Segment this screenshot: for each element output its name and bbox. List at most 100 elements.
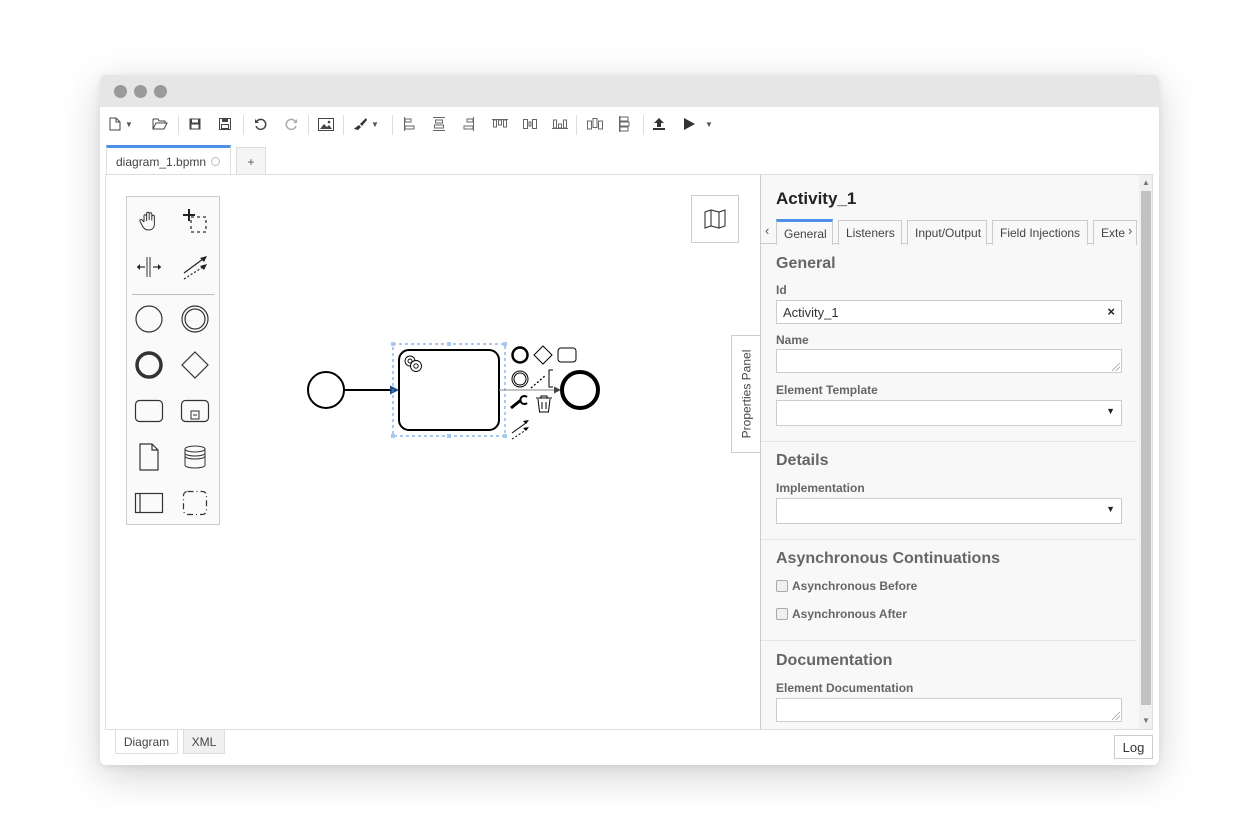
append-intermediate-event-icon[interactable] [511, 370, 529, 388]
properties-tabs: ‹ General Listeners Input/Output Field I… [761, 218, 1137, 245]
align-right-button[interactable] [463, 113, 475, 135]
toolbar: ▼ ▼ ▼ [100, 107, 1159, 141]
bpmn-diagram [307, 342, 600, 440]
tab-general[interactable]: General [776, 219, 833, 245]
append-text-annotation-icon[interactable] [530, 369, 553, 389]
async-after-checkbox[interactable] [776, 608, 788, 620]
align-top-icon [492, 119, 508, 129]
align-center-button[interactable] [433, 113, 445, 135]
name-textarea[interactable] [776, 349, 1122, 373]
align-left-icon [403, 117, 415, 131]
bottom-tabs: Diagram XML Log [100, 730, 1159, 765]
group-async-continuations: Asynchronous Continuations Asynchronous … [761, 540, 1137, 641]
implementation-select[interactable]: ▼ [776, 498, 1122, 524]
id-input-value: Activity_1 [783, 304, 839, 320]
app-window: ▼ ▼ ▼ diagram_1.bpmn + Properties Panel … [100, 75, 1159, 765]
tab-input-output[interactable]: Input/Output [907, 220, 987, 245]
group-details: Details Implementation ▼ [761, 442, 1137, 540]
undo-button[interactable] [254, 113, 268, 135]
name-label: Name [776, 333, 809, 347]
id-input[interactable]: Activity_1 × [776, 300, 1122, 324]
group-title: Asynchronous Continuations [776, 550, 1000, 567]
distribute-horizontal-button[interactable] [587, 113, 603, 135]
save-icon [189, 118, 201, 130]
scrollbar-thumb[interactable] [1141, 191, 1151, 705]
file-tab-diagram[interactable]: diagram_1.bpmn [106, 145, 231, 175]
connect-icon[interactable] [511, 420, 529, 440]
window-minimize-button[interactable] [134, 85, 147, 98]
new-file-button[interactable]: ▼ [109, 113, 133, 135]
redo-button[interactable] [284, 113, 298, 135]
append-gateway-icon[interactable] [533, 345, 553, 365]
resize-handle-icon[interactable] [1112, 712, 1120, 720]
element-template-select[interactable]: ▼ [776, 400, 1122, 426]
element-documentation-textarea[interactable] [776, 698, 1122, 722]
add-tab-button[interactable]: + [236, 147, 266, 175]
wrench-icon[interactable] [510, 395, 528, 410]
properties-panel-toggle[interactable]: Properties Panel [731, 335, 761, 453]
save-button[interactable] [189, 113, 201, 135]
folder-open-icon [152, 118, 168, 130]
group-title: General [776, 255, 836, 272]
distribute-vertical-button[interactable] [618, 113, 630, 135]
diagram-canvas[interactable]: Properties Panel [106, 175, 761, 729]
align-bottom-icon [552, 119, 568, 129]
play-icon [684, 118, 695, 130]
append-task-icon[interactable] [557, 347, 577, 363]
async-after-label: Asynchronous After [792, 607, 907, 621]
start-event[interactable] [307, 371, 345, 409]
toolbar-divider [576, 115, 577, 135]
group-general: General Id Activity_1 × Name Element Tem… [761, 245, 1137, 442]
tabs-scroll-right-icon[interactable]: › [1128, 223, 1132, 238]
element-documentation-label: Element Documentation [776, 681, 914, 695]
properties-scrollbar[interactable]: ▲ ▼ [1139, 175, 1152, 729]
editor-content: Properties Panel Activity_1 ‹ General Li… [105, 174, 1153, 730]
deploy-icon [652, 117, 666, 131]
align-middle-icon [522, 119, 538, 129]
chevron-down-icon: ▼ [371, 119, 379, 129]
trash-icon[interactable] [536, 395, 552, 413]
save-as-button[interactable] [219, 113, 231, 135]
tab-field-injections[interactable]: Field Injections [992, 220, 1088, 245]
window-maximize-button[interactable] [154, 85, 167, 98]
async-before-label: Asynchronous Before [792, 579, 918, 593]
align-top-button[interactable] [492, 113, 508, 135]
title-bar [100, 75, 1159, 107]
window-close-button[interactable] [114, 85, 127, 98]
scroll-down-icon[interactable]: ▼ [1142, 716, 1150, 725]
append-end-event-icon[interactable] [511, 346, 529, 364]
async-after-checkbox-row[interactable]: Asynchronous After [776, 607, 907, 621]
align-middle-button[interactable] [522, 113, 538, 135]
dropdown-arrow-icon: ▼ [1106, 406, 1115, 416]
chevron-down-icon: ▼ [705, 119, 713, 129]
deploy-button[interactable] [652, 113, 666, 135]
async-before-checkbox[interactable] [776, 580, 788, 592]
align-center-icon [433, 117, 445, 131]
scroll-up-icon[interactable]: ▲ [1142, 178, 1150, 187]
end-event[interactable] [560, 370, 600, 410]
sequence-flow[interactable] [344, 385, 399, 395]
group-documentation: Documentation Element Documentation [761, 641, 1137, 729]
minimap-toggle-button[interactable] [691, 195, 739, 243]
implementation-label: Implementation [776, 481, 865, 495]
tab-diagram[interactable]: Diagram [115, 730, 178, 754]
toolbar-divider [178, 115, 179, 135]
open-file-button[interactable] [152, 113, 168, 135]
align-left-button[interactable] [403, 113, 415, 135]
tab-listeners[interactable]: Listeners [838, 220, 902, 245]
align-bottom-button[interactable] [552, 113, 568, 135]
color-button[interactable]: ▼ [353, 113, 379, 135]
clear-icon[interactable]: × [1107, 304, 1115, 319]
service-task-activity-1[interactable] [398, 349, 500, 431]
resize-handle-icon[interactable] [1112, 363, 1120, 371]
map-icon [704, 209, 726, 229]
group-title: Details [776, 452, 829, 469]
start-instance-button[interactable]: ▼ [684, 113, 713, 135]
toolbar-divider [343, 115, 344, 135]
tabs-scroll-left-icon[interactable]: ‹ [765, 223, 769, 238]
export-image-button[interactable] [318, 113, 334, 135]
log-button[interactable]: Log [1114, 735, 1153, 759]
tab-xml[interactable]: XML [183, 730, 225, 754]
async-before-checkbox-row[interactable]: Asynchronous Before [776, 579, 917, 593]
properties-panel: Activity_1 ‹ General Listeners Input/Out… [760, 175, 1152, 729]
